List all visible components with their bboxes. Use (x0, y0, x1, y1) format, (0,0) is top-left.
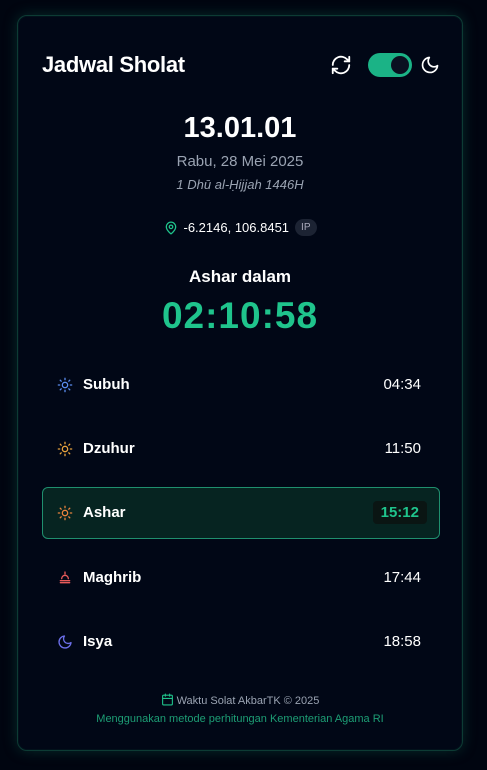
page-title: Jadwal Sholat (42, 52, 185, 77)
prayer-row-maghrib[interactable]: Maghrib 17:44 (42, 552, 440, 604)
sun-icon (57, 377, 73, 393)
toggle-knob (391, 56, 409, 74)
prayer-time: 15:12 (372, 501, 427, 524)
refresh-icon[interactable] (330, 54, 352, 76)
current-time: 13.01.01 (183, 112, 297, 144)
gregorian-date: Rabu, 28 Mei 2025 (176, 153, 304, 170)
moon-icon (421, 56, 439, 74)
next-prayer-countdown: 02:10:58 (161, 295, 319, 336)
prayer-name: Ashar (83, 504, 126, 521)
footer-credit-text: Waktu Solat AkbarTK © 2025 (176, 695, 320, 707)
prayer-time: 04:34 (383, 376, 421, 393)
prayer-name: Subuh (83, 376, 130, 393)
map-pin-icon (165, 221, 176, 234)
footer-credit: Waktu Solat AkbarTK © 2025 (18, 693, 462, 707)
dark-mode-toggle[interactable] (368, 53, 412, 77)
footer-method: Menggunakan metode perhitungan Kementeri… (96, 713, 384, 725)
prayer-name: Maghrib (83, 569, 142, 586)
prayer-time: 11:50 (384, 440, 421, 457)
prayer-time: 17:44 (383, 569, 421, 586)
location-row: -6.2146, 106.8451 IP (18, 219, 462, 238)
prayer-row-dzuhur[interactable]: Dzuhur 11:50 (42, 423, 440, 475)
calendar-icon (161, 693, 173, 706)
sun-icon (57, 441, 73, 457)
location-source-badge: IP (295, 219, 317, 236)
sun-icon (57, 505, 73, 521)
prayer-card: Jadwal Sholat 13.01.01 Rabu, 28 Mei 2025… (17, 15, 463, 751)
location-coords: -6.2146, 106.8451 (183, 220, 290, 235)
prayer-row-ashar[interactable]: Ashar 15:12 (42, 487, 440, 539)
next-prayer-label: Ashar dalam (188, 267, 292, 286)
hijri-date: 1 Dhū al-Ḥijjah 1446H (176, 177, 304, 192)
prayer-row-subuh[interactable]: Subuh 04:34 (42, 359, 440, 411)
sunset-icon (59, 571, 71, 584)
moon-icon (58, 635, 72, 649)
prayer-row-isya[interactable]: Isya 18:58 (42, 616, 440, 668)
prayer-name: Isya (83, 633, 113, 650)
header: Jadwal Sholat (42, 52, 440, 82)
prayer-name: Dzuhur (83, 440, 135, 457)
prayer-time: 18:58 (383, 633, 421, 650)
